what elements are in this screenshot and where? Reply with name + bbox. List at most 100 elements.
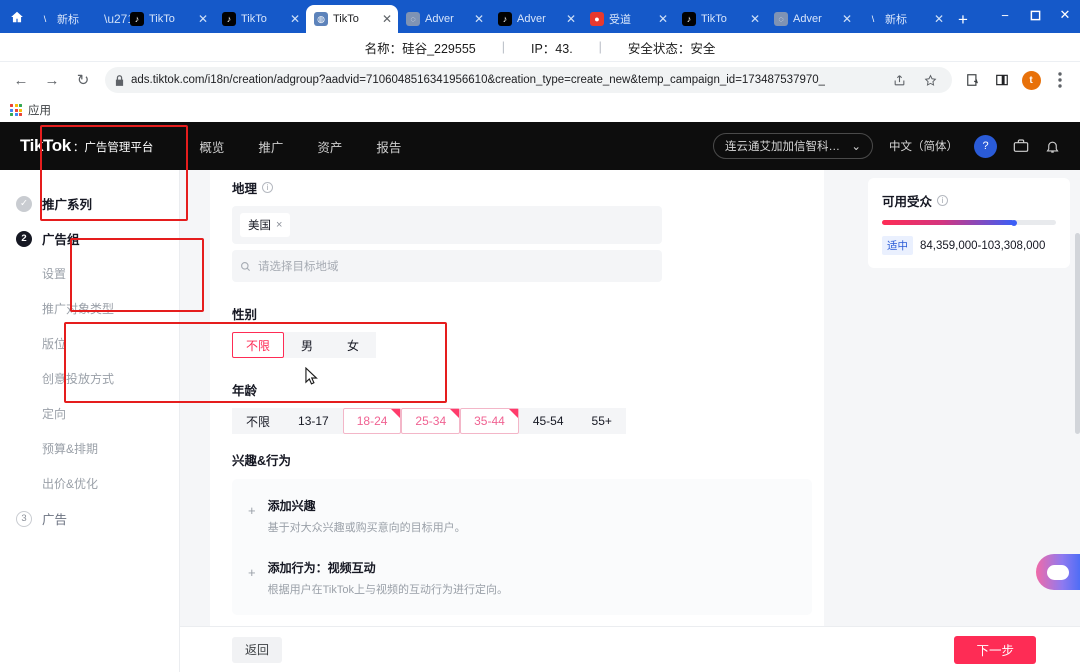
close-icon[interactable]: ✕ [380,12,394,26]
close-icon[interactable]: ✕ [196,12,210,26]
add-interest-row[interactable]: + 添加兴趣 基于对大众兴趣或购买意向的目标用户。 [232,485,812,547]
sidebar-item-bid-optimization[interactable]: 出价&优化 [0,466,179,501]
extensions-icon[interactable] [961,68,985,92]
gender-option-male[interactable]: 男 [284,332,330,358]
browser-tab[interactable]: ♪ TikTo ✕ [122,5,214,33]
audience-range: 84,359,000-103,308,000 [920,240,1045,252]
age-option-25-34[interactable]: 25-34 [401,408,460,434]
browser-tab-active[interactable]: ◍ TikTo ✕ [306,5,398,33]
header-right-tools: 连云通艾加加信智科技… ⌄ 中文（简体） ? [713,133,1060,159]
account-name: 连云通艾加加信智科技… [725,138,845,154]
sidebar-item-budget-schedule[interactable]: 预算&排期 [0,431,179,466]
account-info-bar: 名称：硅谷_229555 | IP：43. | 安全状态：安全 [0,33,1080,62]
add-behavior-row[interactable]: + 添加行为：视频互动 根据用户在TikTok上与视频的互动行为进行定向。 [232,547,812,609]
info-icon[interactable]: i [937,195,948,206]
age-option-13-17[interactable]: 13-17 [284,408,343,434]
gender-option-female[interactable]: 女 [330,332,376,358]
sidebar-item-settings[interactable]: 设置 [0,256,179,291]
geo-field: 地理 i 美国 × 请选择目标地域 [232,178,802,282]
red-favicon: ● [590,12,604,26]
nav-item-reports[interactable]: 报告 [376,137,401,156]
nav-item-overview[interactable]: 概览 [199,137,224,156]
gender-option-any[interactable]: 不限 [232,332,284,358]
sidebar-item-placement[interactable]: 版位 [0,326,179,361]
address-bar[interactable]: ads.tiktok.com/i18n/creation/adgroup?aad… [105,67,952,93]
check-icon: ✓ [16,196,32,212]
sidebar-item-targeting[interactable]: 定向 [0,396,179,431]
browser-tab[interactable]: \ 新标 ✕ [858,5,950,33]
sidebar-step-campaign[interactable]: ✓ 推广系列 [0,186,179,221]
browser-tab[interactable]: ◌ Adver ✕ [398,5,490,33]
close-button[interactable]: ✕ [1050,0,1080,30]
nav-item-assets[interactable]: 资产 [317,137,342,156]
geo-tag-united-states[interactable]: 美国 × [240,213,290,237]
forward-icon[interactable]: → [39,67,65,93]
browser-tab[interactable]: ♪ TikTo ✕ [214,5,306,33]
browser-tab[interactable]: ♪ Adver ✕ [490,5,582,33]
close-icon[interactable]: ✕ [748,12,762,26]
grey-favicon: ◌ [774,12,788,26]
audience-bar-knob [1011,220,1017,226]
share-icon[interactable] [887,68,911,92]
geo-tag-box[interactable]: 美国 × [232,206,662,244]
browser-tab[interactable]: ♪ TikTo ✕ [674,5,766,33]
three-dot-menu-icon[interactable] [1048,68,1072,92]
browser-tab[interactable]: \ 新标 \u2715 [30,5,122,33]
header-nav-links: 概览 推广 资产 报告 [199,137,401,156]
age-option-any[interactable]: 不限 [232,408,284,434]
nav-item-promotion[interactable]: 推广 [258,137,283,156]
bookmark-apps-label[interactable]: 应用 [28,102,51,118]
account-selector[interactable]: 连云通艾加加信智科技… ⌄ [713,133,873,159]
next-step-button[interactable]: 下一步 [954,636,1036,664]
tiktok-logo[interactable]: TikTok：广告管理平台 [20,136,153,156]
briefcase-icon[interactable] [1013,138,1029,154]
side-panel-icon[interactable] [990,68,1014,92]
page-scrollbar[interactable] [1075,122,1080,626]
close-icon[interactable]: ✕ [932,12,946,26]
star-icon[interactable] [918,68,942,92]
interests-panel: + 添加兴趣 基于对大众兴趣或购买意向的目标用户。 + 添加行为：视频互动 根据… [232,479,812,615]
tab-title: 新标 [57,11,99,27]
apps-grid-icon[interactable] [10,104,22,116]
close-icon[interactable]: ✕ [288,12,302,26]
age-option-45-54[interactable]: 45-54 [519,408,578,434]
bell-icon[interactable] [1045,139,1060,154]
back-icon[interactable]: ← [8,67,34,93]
profile-avatar[interactable]: t [1019,68,1043,92]
chat-support-button[interactable] [1036,554,1080,590]
tab-title: 新标 [885,11,927,27]
back-button[interactable]: 返回 [232,637,282,663]
close-icon[interactable]: ✕ [656,12,670,26]
close-icon[interactable]: \u2715 [104,12,118,26]
language-selector[interactable]: 中文（简体） [889,138,958,154]
help-circle-icon[interactable]: ? [974,135,997,158]
lock-icon [115,75,124,86]
age-option-35-44[interactable]: 35-44 [460,408,519,434]
home-icon[interactable] [4,3,30,31]
reload-icon[interactable]: ↻ [70,67,96,93]
geo-search-input[interactable]: 请选择目标地域 [232,250,662,282]
add-interest-title: 添加兴趣 [268,497,466,514]
gender-field: 性别 不限 男 女 [232,304,802,358]
add-interest-desc: 基于对大众兴趣或购买意向的目标用户。 [268,519,466,535]
maximize-button[interactable] [1020,0,1050,30]
browser-tab[interactable]: ● 受道 ✕ [582,5,674,33]
sidebar-step-adgroup[interactable]: 2 广告组 [0,221,179,256]
close-icon[interactable]: ✕ [472,12,486,26]
new-tab-button[interactable]: + [950,10,976,33]
sidebar-item-promotion-type[interactable]: 推广对象类型 [0,291,179,326]
plus-icon[interactable]: + [248,559,256,597]
age-option-55-plus[interactable]: 55+ [578,408,626,434]
info-icon[interactable]: i [262,182,273,193]
close-icon[interactable]: ✕ [840,12,854,26]
age-option-18-24[interactable]: 18-24 [343,408,402,434]
minimize-button[interactable]: − [990,0,1020,30]
geo-label-row: 地理 i [232,178,802,197]
close-icon[interactable]: ✕ [564,12,578,26]
close-icon[interactable]: × [276,219,282,231]
browser-tab[interactable]: ◌ Adver ✕ [766,5,858,33]
sidebar-step-ad[interactable]: 3 广告 [0,501,179,536]
plus-icon[interactable]: + [248,497,256,535]
sidebar-item-creative-delivery[interactable]: 创意投放方式 [0,361,179,396]
scrollbar-thumb[interactable] [1075,233,1080,435]
